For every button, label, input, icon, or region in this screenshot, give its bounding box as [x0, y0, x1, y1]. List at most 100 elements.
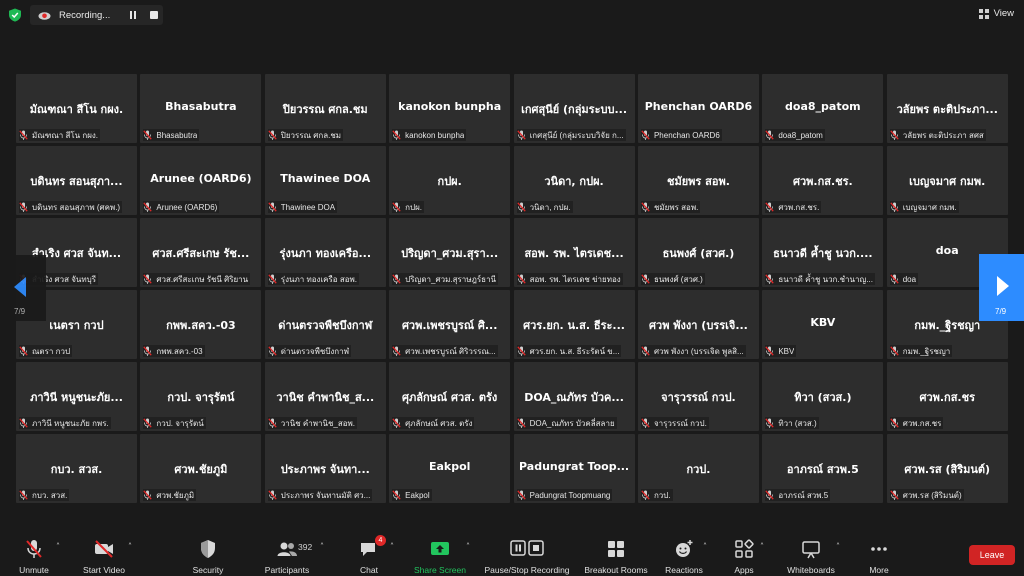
- participant-tile[interactable]: จารุวรรณ์ กวป. จารุวรรณ์ กวป.: [637, 362, 759, 431]
- chat-button[interactable]: 4 Chat: [352, 532, 386, 576]
- participant-tile[interactable]: ศวพ.รส (สิริมนต์) ศวพ.รส (สิริมนต์): [886, 434, 1008, 503]
- participant-tile[interactable]: ปิยวรรณ ศกล.ชม ปิยวรรณ ศกล.ชม: [264, 74, 386, 143]
- previous-page-button[interactable]: 7/9: [0, 255, 46, 321]
- unmute-button[interactable]: Unmute: [14, 532, 54, 576]
- participant-name-label: ศวพ.ชัยภูมิ: [143, 489, 197, 501]
- participants-button[interactable]: 392 Participants: [262, 532, 312, 576]
- participant-tile[interactable]: kanokon bunpha kanokon bunpha: [389, 74, 511, 143]
- participant-name-label: กปผ.: [392, 201, 425, 213]
- video-options-chevron-icon[interactable]: ˄: [128, 542, 132, 551]
- apps-icon: [735, 539, 754, 558]
- participant-tile[interactable]: Eakpol Eakpol: [389, 434, 511, 503]
- participant-tile[interactable]: กวป. จารุรัตน์ กวป. จารุรัตน์: [140, 362, 262, 431]
- participant-name-label: กวป. จารุรัตน์: [143, 417, 206, 429]
- participant-tile[interactable]: เบญจมาศ กมพ. เบญจมาศ กมพ.: [886, 146, 1008, 215]
- audio-options-chevron-icon[interactable]: ˄: [56, 542, 60, 551]
- participant-name-label: สอพ. รพ. ไตรเดช ข่ายทอง: [516, 273, 623, 285]
- reactions-options-chevron-icon[interactable]: ˄: [703, 542, 707, 551]
- participant-tile[interactable]: KBV KBV: [762, 290, 884, 359]
- participant-name-label: ณตรา กวป: [19, 345, 73, 357]
- participant-tile[interactable]: Arunee (OARD6) Arunee (OARD6): [140, 146, 262, 215]
- participant-label-text: ศุภลักษณ์ ศวส. ตรัง: [405, 418, 473, 428]
- participant-tile[interactable]: ปริญดา_ศวม.สุรา... ปริญดา_ศวม.สุราษฎร์ธาน…: [389, 218, 511, 287]
- mic-muted-icon: [268, 490, 277, 500]
- participant-display-name: กวป.: [686, 463, 711, 476]
- participant-name-label: จารุวรรณ์ กวป.: [640, 417, 709, 429]
- reactions-button[interactable]: Reactions: [662, 532, 706, 576]
- participant-tile[interactable]: DOA_ณภัทร บัวค... DOA_ณภัทร บัวคลี่สลาย: [513, 362, 635, 431]
- participant-label-text: ด่านตรวจพืชบึงกาฬ: [280, 346, 350, 356]
- participant-tile[interactable]: ศวร.ยก. น.ส. ธีระ... ศวร.ยก. น.ส. ธีระรัต…: [513, 290, 635, 359]
- participant-tile[interactable]: Bhasabutra Bhasabutra: [140, 74, 262, 143]
- participant-display-name: DOA_ณภัทร บัวค...: [524, 391, 624, 404]
- mic-muted-icon: [641, 418, 650, 428]
- pause-stop-recording-button[interactable]: Pause/Stop Recording: [482, 532, 572, 576]
- participant-tile[interactable]: ศวพ.ชัยภูมิ ศวพ.ชัยภูมิ: [140, 434, 262, 503]
- participant-tile[interactable]: ธนพงศ์ (สวศ.) ธนพงศ์ (สวศ.): [637, 218, 759, 287]
- participant-tile[interactable]: กบว. สวส. กบว. สวส.: [16, 434, 137, 503]
- breakout-rooms-button[interactable]: Breakout Rooms: [583, 532, 649, 576]
- stop-recording-icon[interactable]: [150, 11, 158, 19]
- participant-display-name: KBV: [810, 316, 836, 329]
- participant-display-name: ธนพงศ์ (สวศ.): [662, 247, 735, 260]
- participant-label-text: ศวร.ยก. น.ส. ธีระรัตน์ ข...: [529, 346, 620, 356]
- participant-tile[interactable]: ทิวา (สวส.) ทิวา (สวส.): [762, 362, 884, 431]
- view-button[interactable]: View: [978, 8, 1014, 19]
- participant-label-text: ณตรา กวป: [32, 346, 71, 356]
- security-button[interactable]: Security: [186, 532, 230, 576]
- participant-tile[interactable]: ศวพ.เพชรบูรณ์ ศิ... ศวพ.เพชรบูรณ์ ศิริวรร…: [389, 290, 511, 359]
- start-video-button[interactable]: Start Video: [80, 532, 128, 576]
- participant-tile[interactable]: อาภรณ์ สวพ.5 อาภรณ์ สวพ.5: [762, 434, 884, 503]
- participant-tile[interactable]: Thawinee DOA Thawinee DOA: [264, 146, 386, 215]
- next-page-button[interactable]: 7/9: [979, 254, 1024, 321]
- participant-tile[interactable]: กพพ.สคว.-03 กพพ.สคว.-03: [140, 290, 262, 359]
- participant-tile[interactable]: รุ่งนภา ทองเครือ... รุ่งนภา ทองเครือ สอพ.: [264, 218, 386, 287]
- participant-tile[interactable]: เกศสุนีย์ (กลุ่มระบบ... เกศสุนีย์ (กลุ่มร…: [513, 74, 635, 143]
- chat-icon-wrap: 4: [358, 535, 386, 560]
- participant-name-label: Thawinee DOA: [267, 201, 338, 213]
- apps-button[interactable]: Apps: [728, 532, 760, 576]
- participant-name-label: กบว. สวส.: [19, 489, 70, 501]
- mic-muted-icon: [392, 418, 401, 428]
- apps-options-chevron-icon[interactable]: ˄: [760, 542, 764, 551]
- participant-tile[interactable]: วลัยพร ตะติประภา... วลัยพร ตะติประภา สศส: [886, 74, 1008, 143]
- participant-display-name: วลัยพร ตะติประภา...: [896, 103, 998, 116]
- participant-tile[interactable]: วานิช คำพานิช_ส... วานิช คำพานิช_สอพ.: [264, 362, 386, 431]
- mic-muted-icon: [19, 490, 28, 500]
- participant-tile[interactable]: ศวส.ศรีสะเกษ รัช... ศวส.ศรีสะเกษ รัชนี ศิ…: [140, 218, 262, 287]
- participant-tile[interactable]: ชมัยพร สอพ. ชมัยพร สอพ.: [637, 146, 759, 215]
- participant-tile[interactable]: ศวพ.กส.ชร. ศวพ.กส.ชร.: [762, 146, 884, 215]
- chat-options-chevron-icon[interactable]: ˄: [390, 542, 394, 551]
- chat-unread-badge: 4: [375, 535, 386, 546]
- participant-tile[interactable]: กปผ. กปผ.: [389, 146, 511, 215]
- shield-icon[interactable]: [8, 8, 22, 22]
- security-shield-icon: [201, 540, 215, 558]
- participant-tile[interactable]: ประภาพร จันทา... ประภาพร จันทานมัติ ศว...: [264, 434, 386, 503]
- whiteboards-options-chevron-icon[interactable]: ˄: [836, 542, 840, 551]
- participant-tile[interactable]: มัณฑณา สีโน กผง. มัณฑณา สีโน กผง.: [16, 74, 137, 143]
- participant-tile[interactable]: ภาวินี หนูชนะภัย... ภาวินี หนูชนะภัย กพร.: [16, 362, 137, 431]
- participant-tile[interactable]: วนิดา, กปผ. วนิดา, กปผ.: [513, 146, 635, 215]
- share-options-chevron-icon[interactable]: ˄: [466, 542, 470, 551]
- more-button[interactable]: More: [864, 532, 894, 576]
- participant-tile[interactable]: ศุภลักษณ์ ศวส. ตรัง ศุภลักษณ์ ศวส. ตรัง: [389, 362, 511, 431]
- participant-tile[interactable]: doa8_patom doa8_patom: [762, 74, 884, 143]
- share-screen-button[interactable]: Share Screen: [412, 532, 468, 576]
- participant-label-text: ธนพงศ์ (สวศ.): [653, 274, 703, 284]
- participant-tile[interactable]: ศวพ.กส.ชร ศวพ.กส.ชร: [886, 362, 1008, 431]
- participant-tile[interactable]: กวป. กวป.: [637, 434, 759, 503]
- participant-tile[interactable]: ศวพ พังงา (บรรเจิ... ศวพ พังงา (บรรเจิด พ…: [637, 290, 759, 359]
- participants-options-chevron-icon[interactable]: ˄: [320, 542, 324, 551]
- leave-button[interactable]: Leave: [969, 545, 1015, 565]
- participant-name-label: Padungrat Toopmuang: [516, 489, 613, 501]
- whiteboards-button[interactable]: Whiteboards: [784, 532, 838, 576]
- pause-recording-icon[interactable]: [129, 11, 137, 19]
- participant-tile[interactable]: สอพ. รพ. ไตรเดช... สอพ. รพ. ไตรเดช ข่ายทอ…: [513, 218, 635, 287]
- participant-tile[interactable]: ธนาวดี ค้ำชู นวก.... ธนาวดี ค้ำชู นวก.ชำน…: [762, 218, 884, 287]
- participant-tile[interactable]: ด่านตรวจพืชบึงกาฬ ด่านตรวจพืชบึงกาฬ: [264, 290, 386, 359]
- participant-display-name: doa8_patom: [785, 100, 861, 113]
- participant-tile[interactable]: Phenchan OARD6 Phenchan OARD6: [637, 74, 759, 143]
- mic-muted-icon: [890, 274, 899, 284]
- participant-tile[interactable]: Padungrat Toop... Padungrat Toopmuang: [513, 434, 635, 503]
- participant-tile[interactable]: บดินทร สอนสุภา... บดินทร สอนสุภาพ (ศคพ.): [16, 146, 137, 215]
